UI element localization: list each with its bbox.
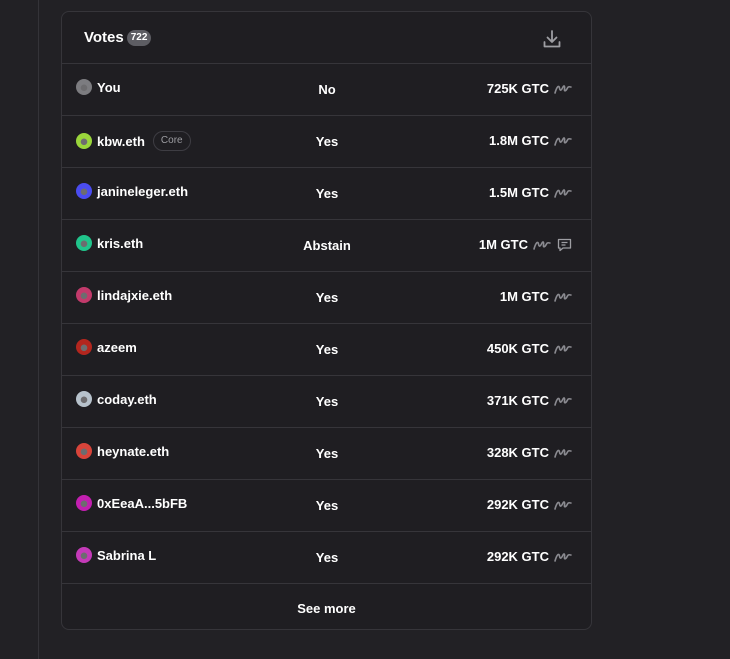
vote-row[interactable]: janineleger.eth Yes 1.5M GTC [62, 167, 591, 219]
voter-name[interactable]: 0xEeaA...5bFB [97, 496, 187, 511]
voter: heynate.eth [76, 443, 169, 459]
voter: janineleger.eth [76, 183, 188, 199]
votes-header: Votes 722 [62, 12, 591, 63]
signature-icon [554, 84, 572, 94]
download-icon[interactable] [541, 28, 563, 50]
voting-power-value: 450K GTC [486, 341, 549, 356]
vote-choice: No [318, 82, 336, 97]
voting-power-value: 1M GTC [499, 289, 549, 304]
voting-power-value: 328K GTC [486, 445, 549, 460]
avatar [76, 287, 92, 303]
voter-name[interactable]: You [97, 80, 121, 95]
voter: lindajxie.eth [76, 287, 172, 303]
vote-choice: Abstain [303, 238, 351, 253]
voting-power: 725K GTC [487, 81, 572, 96]
vote-choice: Yes [315, 290, 339, 305]
signature-icon [554, 552, 572, 562]
voter: coday.eth [76, 391, 157, 407]
vote-row[interactable]: heynate.eth Yes 328K GTC [62, 427, 591, 479]
vote-row[interactable]: Sabrina L Yes 292K GTC [62, 531, 591, 583]
core-badge: Core [152, 131, 191, 151]
vote-row[interactable]: azeem Yes 450K GTC [62, 323, 591, 375]
vote-choice: Yes [315, 394, 339, 409]
vote-choice: Yes [315, 550, 339, 565]
avatar [76, 495, 92, 511]
signature-icon [554, 448, 572, 458]
signature-icon [554, 396, 572, 406]
voting-power: 371K GTC [487, 393, 572, 408]
voter-name[interactable]: azeem [97, 340, 137, 355]
voter: azeem [76, 339, 137, 355]
voting-power-value: 1.5M GTC [489, 185, 549, 200]
voter: 0xEeaA...5bFB [76, 495, 187, 511]
voting-power-value: 1M GTC [478, 237, 528, 252]
vote-choice: Yes [315, 134, 339, 149]
signature-icon [554, 292, 572, 302]
voting-power: 328K GTC [487, 445, 572, 460]
signature-icon [554, 344, 572, 354]
comment-icon[interactable] [557, 238, 572, 252]
vote-choice: Yes [315, 186, 339, 201]
voter-name[interactable]: heynate.eth [97, 444, 169, 459]
avatar [76, 339, 92, 355]
signature-icon [554, 188, 572, 198]
voter-name[interactable]: lindajxie.eth [97, 288, 172, 303]
signature-icon [554, 500, 572, 510]
vote-choice: Yes [315, 446, 339, 461]
voter-name[interactable]: coday.eth [97, 392, 157, 407]
vote-row[interactable]: You No 725K GTC [62, 63, 591, 115]
avatar [76, 443, 92, 459]
vote-row[interactable]: kris.eth Abstain 1M GTC [62, 219, 591, 271]
page-divider [38, 0, 39, 659]
voting-power-value: 292K GTC [486, 549, 549, 564]
vote-choice: Yes [315, 498, 339, 513]
voter: You [76, 79, 121, 95]
avatar [76, 547, 92, 563]
avatar [76, 391, 92, 407]
signature-icon [554, 136, 572, 146]
voting-power: 1M GTC [479, 237, 572, 252]
vote-row[interactable]: 0xEeaA...5bFB Yes 292K GTC [62, 479, 591, 531]
voter-name[interactable]: kbw.eth [97, 134, 145, 149]
avatar [76, 79, 92, 95]
voting-power-value: 371K GTC [486, 393, 549, 408]
vote-row[interactable]: kbw.eth Core Yes 1.8M GTC [62, 115, 591, 167]
voter-name[interactable]: kris.eth [97, 236, 143, 251]
votes-count-badge: 722 [126, 29, 152, 46]
votes-card: Votes 722 You No 725K GTC kbw.eth Core Y… [61, 11, 592, 630]
signature-icon [533, 240, 551, 250]
voting-power: 1.5M GTC [489, 185, 572, 200]
voting-power: 1M GTC [500, 289, 572, 304]
see-more-button[interactable]: See more [62, 583, 591, 629]
voter: Sabrina L [76, 547, 156, 563]
voter-name[interactable]: Sabrina L [97, 548, 156, 563]
vote-choice: Yes [315, 342, 339, 357]
voting-power: 1.8M GTC [489, 133, 572, 148]
votes-list: You No 725K GTC kbw.eth Core Yes 1.8M GT… [62, 63, 591, 583]
voter: kbw.eth Core [76, 131, 191, 151]
voter: kris.eth [76, 235, 143, 251]
voting-power: 450K GTC [487, 341, 572, 356]
voting-power-value: 1.8M GTC [489, 133, 549, 148]
voting-power-value: 292K GTC [486, 497, 549, 512]
votes-title: Votes [84, 29, 124, 46]
avatar [76, 133, 92, 149]
avatar [76, 183, 92, 199]
voting-power: 292K GTC [487, 549, 572, 564]
vote-row[interactable]: coday.eth Yes 371K GTC [62, 375, 591, 427]
voting-power: 292K GTC [487, 497, 572, 512]
voting-power-value: 725K GTC [486, 81, 549, 96]
voter-name[interactable]: janineleger.eth [97, 184, 188, 199]
vote-row[interactable]: lindajxie.eth Yes 1M GTC [62, 271, 591, 323]
avatar [76, 235, 92, 251]
